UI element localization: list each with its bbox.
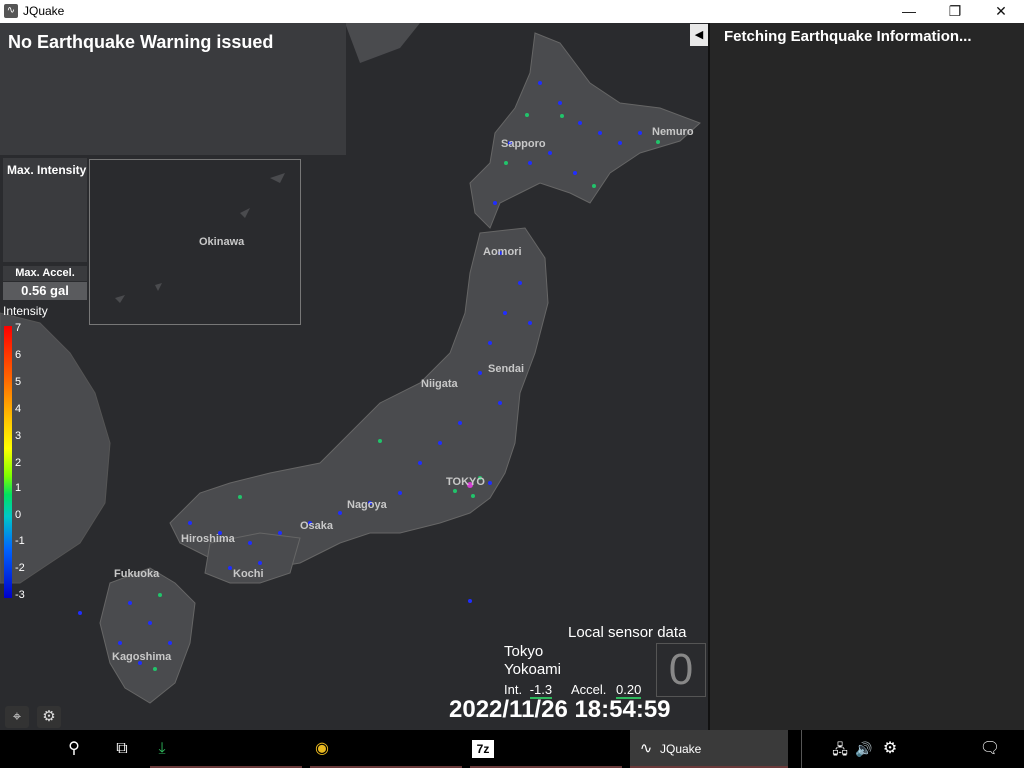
map-label-nagoya: Nagoya xyxy=(347,499,387,511)
local-accel: Accel. 0.20 xyxy=(571,682,642,699)
map-label-osaka: Osaka xyxy=(300,520,334,532)
title-bar: ∿ JQuake — ❐ ✕ xyxy=(0,0,1024,23)
map-label-kochi: Kochi xyxy=(233,568,264,580)
scale-label: 1 xyxy=(15,482,22,494)
jquake-icon: ∿ xyxy=(639,740,653,757)
scale-label: -3 xyxy=(15,589,25,601)
map-label-hiroshima: Hiroshima xyxy=(181,533,235,545)
earthquake-info-panel: Fetching Earthquake Information... xyxy=(708,23,1024,730)
map-label-sapporo: Sapporo xyxy=(501,138,546,150)
system-tray: 🖧 🔊 ⚙ 🗨 xyxy=(801,730,1024,768)
scale-label: 5 xyxy=(15,376,22,388)
local-sensor-title: Local sensor data xyxy=(568,624,687,641)
scale-label: 4 xyxy=(15,403,22,415)
map-label-fukuoka: Fukuoka xyxy=(114,568,160,580)
download-icon: ⤓ xyxy=(158,740,166,757)
map-label-sendai: Sendai xyxy=(488,363,525,375)
max-intensity-box: Max. Intensity xyxy=(3,158,87,262)
warning-box: No Earthquake Warning issued xyxy=(0,23,346,155)
warning-text: No Earthquake Warning issued xyxy=(8,32,274,52)
max-intensity-label: Max. Intensity xyxy=(7,163,87,177)
scale-label: 6 xyxy=(15,349,22,361)
russia-landmass xyxy=(345,23,420,63)
chrome-icon: ◉ xyxy=(315,740,329,757)
fetching-status: Fetching Earthquake Information... xyxy=(724,28,972,45)
map-label-okinawa: Okinawa xyxy=(199,236,245,248)
intensity-label: Int. xyxy=(504,682,523,697)
local-intensity-display: 0 xyxy=(656,643,706,697)
minimize-button[interactable]: — xyxy=(886,0,932,23)
task-view-icon[interactable]: ⧉ xyxy=(104,730,140,768)
map-label-kagoshima: Kagoshima xyxy=(112,651,172,663)
network-icon[interactable]: 🖧 xyxy=(828,730,852,768)
okinawa-inset xyxy=(89,159,301,325)
taskbar: ⚲ ⧉ ⤓ ◉ 7z ∿ JQuake 🖧 🔊 ⚙ 🗨 xyxy=(0,730,1024,768)
notification-icon[interactable]: 🗨 xyxy=(978,730,1002,768)
volume-icon[interactable]: 🔊 xyxy=(852,730,876,768)
download-app-icon[interactable]: ⤓ xyxy=(150,730,302,768)
collapse-panel-button[interactable]: ◀ xyxy=(690,24,708,46)
scale-label: 0 xyxy=(15,509,22,521)
scale-label: -2 xyxy=(15,562,25,574)
jquake-app-icon: ∿ xyxy=(4,4,18,18)
local-sensor-city: Tokyo xyxy=(504,643,544,660)
map-label-tokyo: TOKYO xyxy=(446,476,485,488)
map-label-nemuro: Nemuro xyxy=(652,126,694,138)
7zip-app-icon[interactable]: 7z xyxy=(470,730,622,768)
scale-label: 7 xyxy=(15,322,22,334)
max-accel-label: Max. Accel. xyxy=(3,266,87,281)
close-button[interactable]: ✕ xyxy=(978,0,1024,23)
scale-label: 2 xyxy=(15,457,22,469)
jquake-taskbar-item[interactable]: ∿ JQuake xyxy=(630,730,788,768)
jquake-taskbar-label: JQuake xyxy=(660,742,702,756)
earthquake-map[interactable]: No Earthquake Warning issued Max. Intens… xyxy=(0,23,708,730)
scale-label: -1 xyxy=(15,535,25,547)
datetime-display: 2022/11/26 18:54:59 xyxy=(449,696,671,723)
local-sensor-area: Yokoami xyxy=(504,661,561,678)
local-intensity: Int. -1.3 xyxy=(504,682,553,699)
local-sensor-panel: Tokyo Yokoami Int. -1.3 Accel. 0.20 0 xyxy=(504,643,706,699)
tray-settings-icon[interactable]: ⚙ xyxy=(878,730,902,768)
intensity-scale-title: Intensity xyxy=(3,304,48,318)
scale-label: 3 xyxy=(15,430,22,442)
max-accel-value: 0.56 gal xyxy=(3,282,87,300)
map-label-aomori: Aomori xyxy=(483,246,522,258)
accel-label: Accel. xyxy=(571,682,607,697)
7zip-icon: 7z xyxy=(472,740,494,758)
locate-icon[interactable]: ⌖ xyxy=(5,706,29,728)
window-title: JQuake xyxy=(23,4,65,18)
map-label-niigata: Niigata xyxy=(421,378,458,390)
kyushu-island xyxy=(99,567,196,704)
chrome-app-icon[interactable]: ◉ xyxy=(310,730,462,768)
settings-gear-icon[interactable]: ⚙ xyxy=(37,706,61,728)
search-icon[interactable]: ⚲ xyxy=(56,730,92,768)
intensity-color-scale xyxy=(4,326,12,598)
maximize-button[interactable]: ❐ xyxy=(932,0,978,23)
